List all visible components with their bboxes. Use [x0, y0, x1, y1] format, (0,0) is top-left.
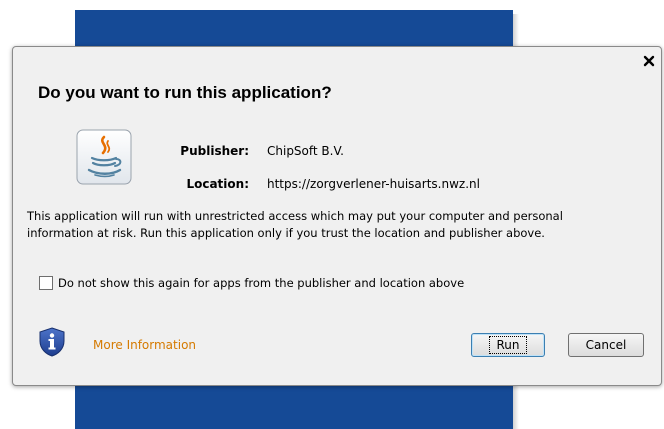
security-dialog: Do you want to run this application? Pub…: [12, 46, 662, 386]
publisher-value: ChipSoft B.V.: [267, 144, 344, 158]
do-not-show-again-label[interactable]: Do not show this again for apps from the…: [58, 276, 464, 290]
screen: Do you want to run this application? Pub…: [0, 0, 664, 429]
warning-message-line-2: information at risk. Run this applicatio…: [27, 226, 545, 240]
java-icon: [76, 129, 132, 185]
run-button-label: Run: [489, 336, 527, 354]
location-value: https://zorgverlener-huisarts.nwz.nl: [267, 177, 480, 191]
run-button[interactable]: Run: [471, 333, 545, 357]
warning-message: This application will run with unrestric…: [27, 208, 647, 242]
warning-message-line-1: This application will run with unrestric…: [27, 209, 563, 223]
more-information-link[interactable]: More Information: [93, 338, 196, 352]
location-label: Location:: [186, 177, 249, 191]
do-not-show-again-checkbox[interactable]: [39, 276, 53, 290]
publisher-label: Publisher:: [180, 144, 249, 158]
shield-info-icon: [38, 327, 66, 357]
close-icon[interactable]: [641, 53, 657, 69]
do-not-show-again-row[interactable]: Do not show this again for apps from the…: [39, 276, 464, 290]
cancel-button[interactable]: Cancel: [568, 333, 644, 357]
dialog-title: Do you want to run this application?: [38, 83, 332, 102]
